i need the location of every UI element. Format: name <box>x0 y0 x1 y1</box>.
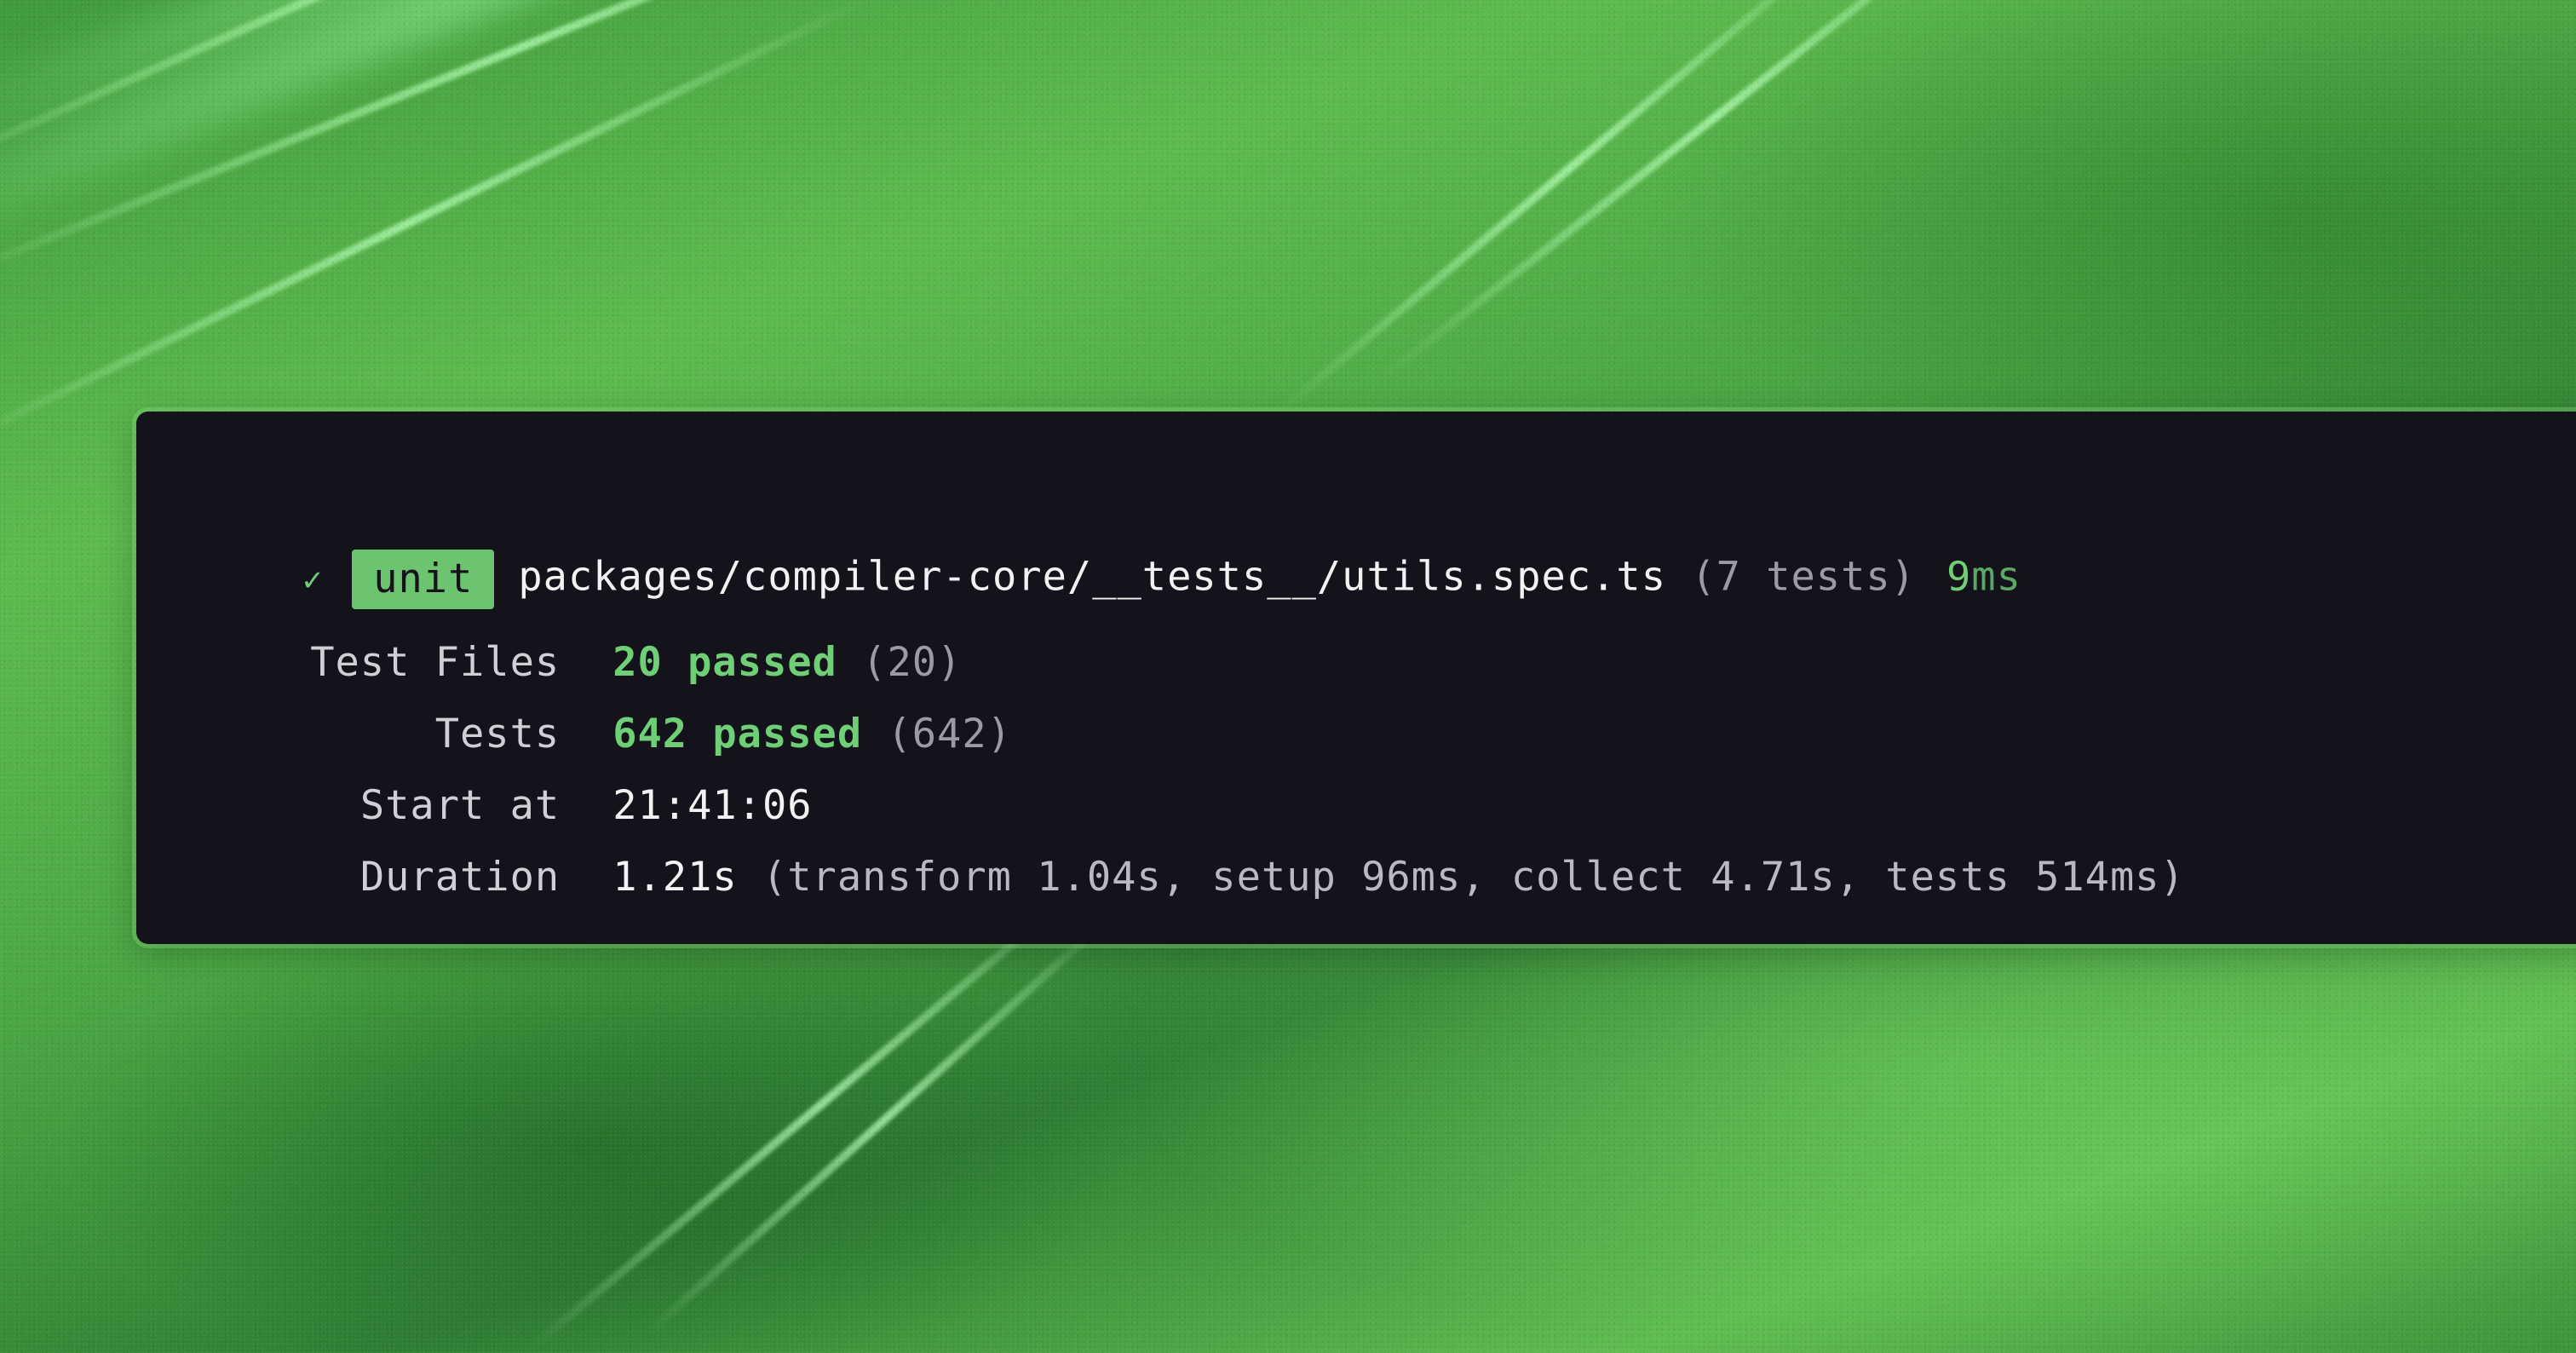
summary-start-row: Start at 21:41:06 <box>204 729 813 829</box>
tests-total: (642) <box>887 711 1012 757</box>
summary-duration-row: Duration 1.21s (transform 1.04s, setup 96… <box>204 801 2185 901</box>
file-duration-value: 9 <box>1946 553 1972 601</box>
summary-label: Duration <box>359 854 561 901</box>
duration-total: 1.21s <box>612 854 738 901</box>
summary-test-files-row: Test Files 20 passed (20) <box>204 586 962 686</box>
test-count: (7 tests) <box>1691 553 1916 601</box>
file-result-row: ✓ unit packages/compiler-core/__tests__/ut… <box>203 498 2021 609</box>
file-duration-unit: ms <box>1971 553 2021 601</box>
summary-tests-row: Tests 642 passed (642) <box>204 658 1012 757</box>
terminal-output-panel: ✓ unit packages/compiler-core/__tests__/ut… <box>136 412 2576 944</box>
duration-breakdown: (transform 1.04s, setup 96ms, collect 4.… <box>762 854 2185 901</box>
